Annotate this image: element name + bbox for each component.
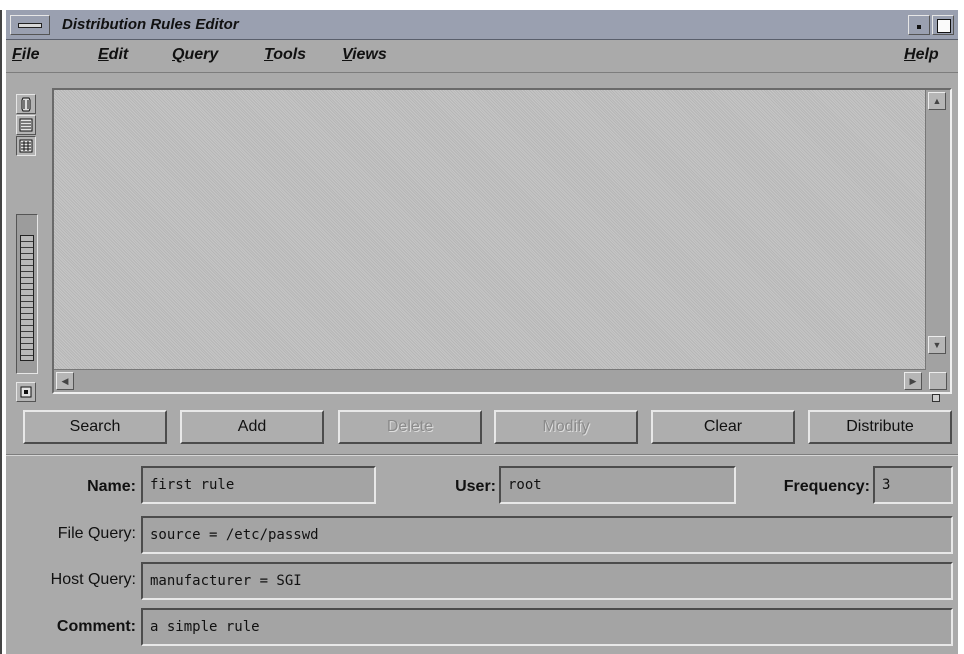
window-menu-button[interactable] (10, 15, 50, 35)
pane-sash-handle[interactable] (932, 394, 940, 402)
scroll-up-icon[interactable]: ▲ (928, 92, 946, 110)
frequency-label: Frequency: (783, 478, 870, 495)
separator (6, 454, 958, 456)
search-button[interactable]: Search (23, 410, 167, 444)
frequency-field[interactable]: 3 (873, 466, 953, 504)
menu-views[interactable]: Views (342, 46, 387, 64)
delete-button: Delete (338, 410, 482, 444)
host-query-label: Host Query: (50, 571, 136, 588)
title-bar[interactable]: Distribution Rules Editor (6, 10, 958, 40)
menu-tools[interactable]: Tools (264, 46, 306, 64)
file-query-label: File Query: (57, 525, 136, 542)
user-label: User: (455, 478, 496, 495)
list-view-icon[interactable] (16, 115, 36, 135)
menu-bar: File Edit Query Tools Views Help (6, 40, 958, 73)
scroll-corner (926, 370, 950, 392)
comment-field[interactable]: a simple rule (141, 608, 953, 646)
scroll-left-icon[interactable]: ◀ (56, 372, 74, 390)
maximize-button[interactable] (932, 15, 954, 35)
menu-edit[interactable]: Edit (98, 46, 128, 64)
host-query-field[interactable]: manufacturer = SGI (141, 562, 953, 600)
rules-display-area[interactable]: ▲ ▼ ◀ ▶ (52, 88, 952, 394)
scroll-right-icon[interactable]: ▶ (904, 372, 922, 390)
object-view-icon[interactable] (16, 94, 36, 114)
minimize-icon (917, 25, 921, 29)
maximize-icon (937, 19, 951, 33)
modify-button: Modify (494, 410, 638, 444)
menu-query[interactable]: Query (172, 46, 218, 64)
user-field[interactable]: root (499, 466, 736, 504)
distribution-rules-editor-window: Distribution Rules Editor File Edit Quer… (6, 10, 958, 654)
zoom-slider-icon[interactable] (20, 235, 34, 361)
name-label: Name: (87, 478, 136, 495)
zoom-slider[interactable] (16, 214, 38, 374)
action-buttons: Search Add Delete Modify Clear Distribut… (6, 408, 958, 456)
window-menu-icon (18, 23, 42, 28)
vertical-scrollbar[interactable]: ▲ ▼ (925, 90, 950, 392)
file-query-field[interactable]: source = /etc/passwd (141, 516, 953, 554)
comment-label: Comment: (56, 618, 136, 635)
overview-icon[interactable] (16, 382, 36, 402)
minimize-button[interactable] (908, 15, 930, 35)
scroll-down-icon[interactable]: ▼ (928, 336, 946, 354)
menu-file[interactable]: File (12, 46, 40, 64)
table-view-icon[interactable] (16, 136, 36, 156)
window-title: Distribution Rules Editor (62, 16, 239, 33)
add-button[interactable]: Add (180, 410, 324, 444)
scroll-corner-icon (929, 372, 947, 390)
menu-help[interactable]: Help (904, 46, 939, 64)
name-field[interactable]: first rule (141, 466, 376, 504)
left-window-edge (0, 10, 2, 654)
distribute-button[interactable]: Distribute (808, 410, 952, 444)
clear-button[interactable]: Clear (651, 410, 795, 444)
horizontal-scrollbar[interactable]: ◀ ▶ (54, 369, 926, 392)
